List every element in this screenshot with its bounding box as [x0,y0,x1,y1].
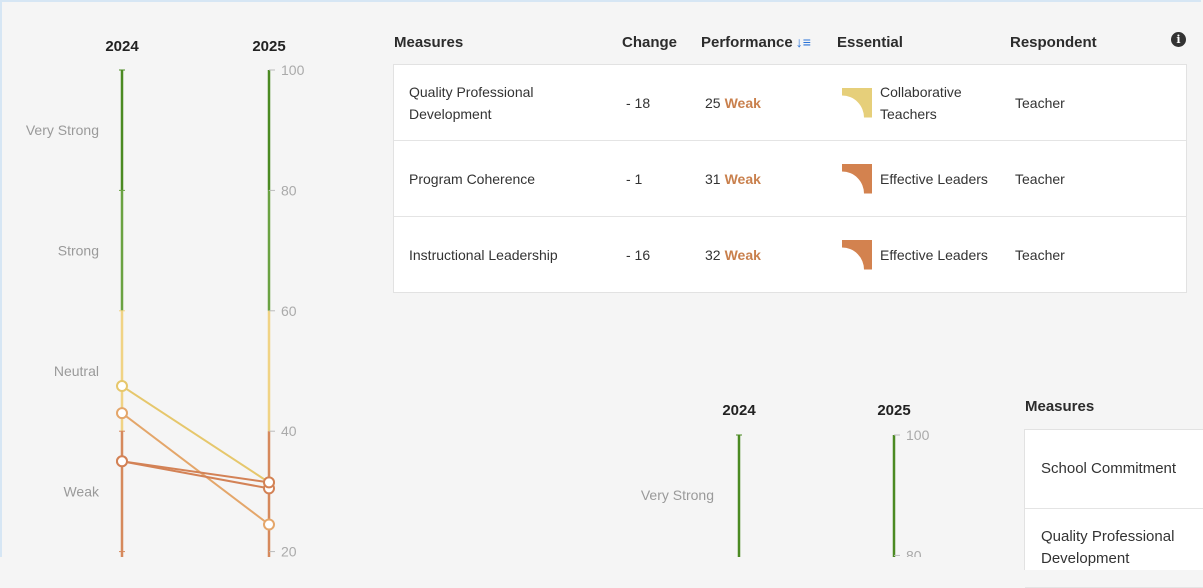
header-respondent[interactable]: Respondent [1010,34,1097,51]
respondent-value: Teacher [1015,246,1065,263]
respondent-value: Teacher [1015,170,1065,187]
slope-chart-2: 2024 2025 Very Strong 100 80 [641,402,930,557]
tick-label: 100 [906,427,930,443]
measure-name[interactable]: Quality Professional Development [1041,526,1201,570]
band-label: Very Strong [641,487,714,503]
year-label-2025: 2025 [877,402,910,419]
table-row[interactable]: School Commitment [1025,430,1203,509]
respondent-value: Teacher [1015,94,1065,111]
table-row[interactable]: Quality Professional Development [1025,509,1203,588]
year-label-2024: 2024 [722,402,756,419]
tick-label: 80 [906,547,922,557]
table2-header-measures[interactable]: Measures [1025,398,1094,415]
measure-name[interactable]: School Commitment [1041,458,1201,480]
measures-table-2: School Commitment Quality Professional De… [1024,429,1203,588]
info-icon[interactable]: i [1171,32,1186,47]
